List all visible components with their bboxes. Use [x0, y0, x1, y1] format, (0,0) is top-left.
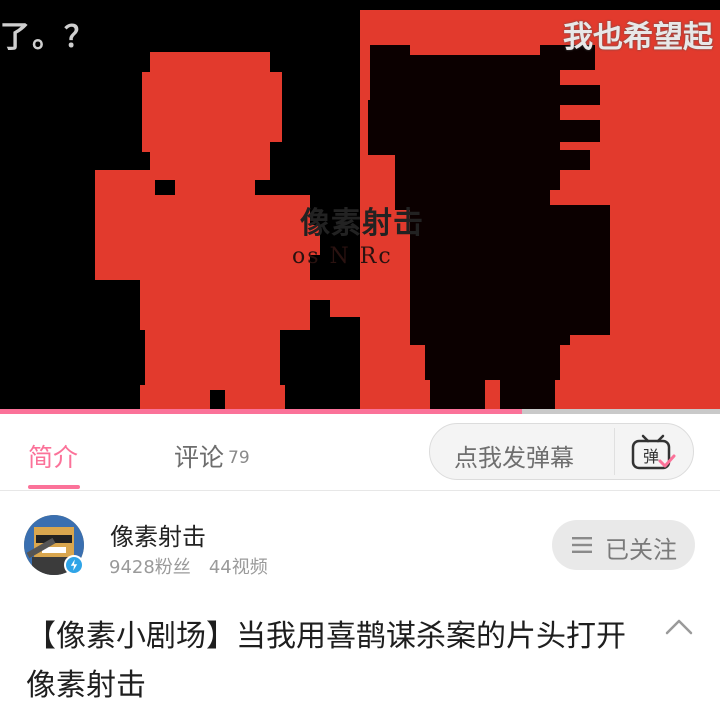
comments-count: 79: [228, 448, 250, 468]
menu-icon: [572, 537, 592, 553]
uploader-fans: 9428粉丝: [109, 557, 191, 578]
video-caption-right: 我也希望起: [563, 20, 713, 55]
uploader-stats: 9428粉丝 44视频: [109, 553, 268, 579]
chevron-up-icon[interactable]: [664, 616, 694, 638]
uploader-name[interactable]: 像素射击: [110, 517, 206, 552]
tab-comments-label: 评论: [174, 443, 225, 472]
video-frame-subtitle: os N Rc: [292, 244, 393, 269]
follow-button-label: 已关注: [605, 536, 677, 564]
follow-button[interactable]: 已关注: [552, 520, 695, 570]
tab-intro[interactable]: 简介: [28, 438, 78, 474]
uploader-videos: 44视频: [208, 557, 268, 578]
video-caption-left: 了。？: [0, 20, 96, 55]
video-frame-title: 像素射击: [300, 206, 424, 241]
tab-active-indicator: [28, 485, 80, 489]
danmaku-button-text: 弹: [643, 447, 659, 466]
verified-badge-icon: [64, 555, 84, 575]
danmaku-input[interactable]: 点我发弹幕 弹: [429, 423, 694, 480]
danmaku-tv-icon[interactable]: 弹: [629, 433, 677, 473]
video-title: 【像素小剧场】当我用喜鹊谋杀案的片头打开像素射击: [26, 619, 626, 703]
danmaku-placeholder: 点我发弹幕: [454, 444, 574, 472]
danmaku-divider: [614, 428, 615, 475]
tab-comments[interactable]: 评论 79: [174, 438, 250, 474]
video-player[interactable]: 了。？ 我也希望起 像素射击 os N Rc: [0, 0, 720, 414]
